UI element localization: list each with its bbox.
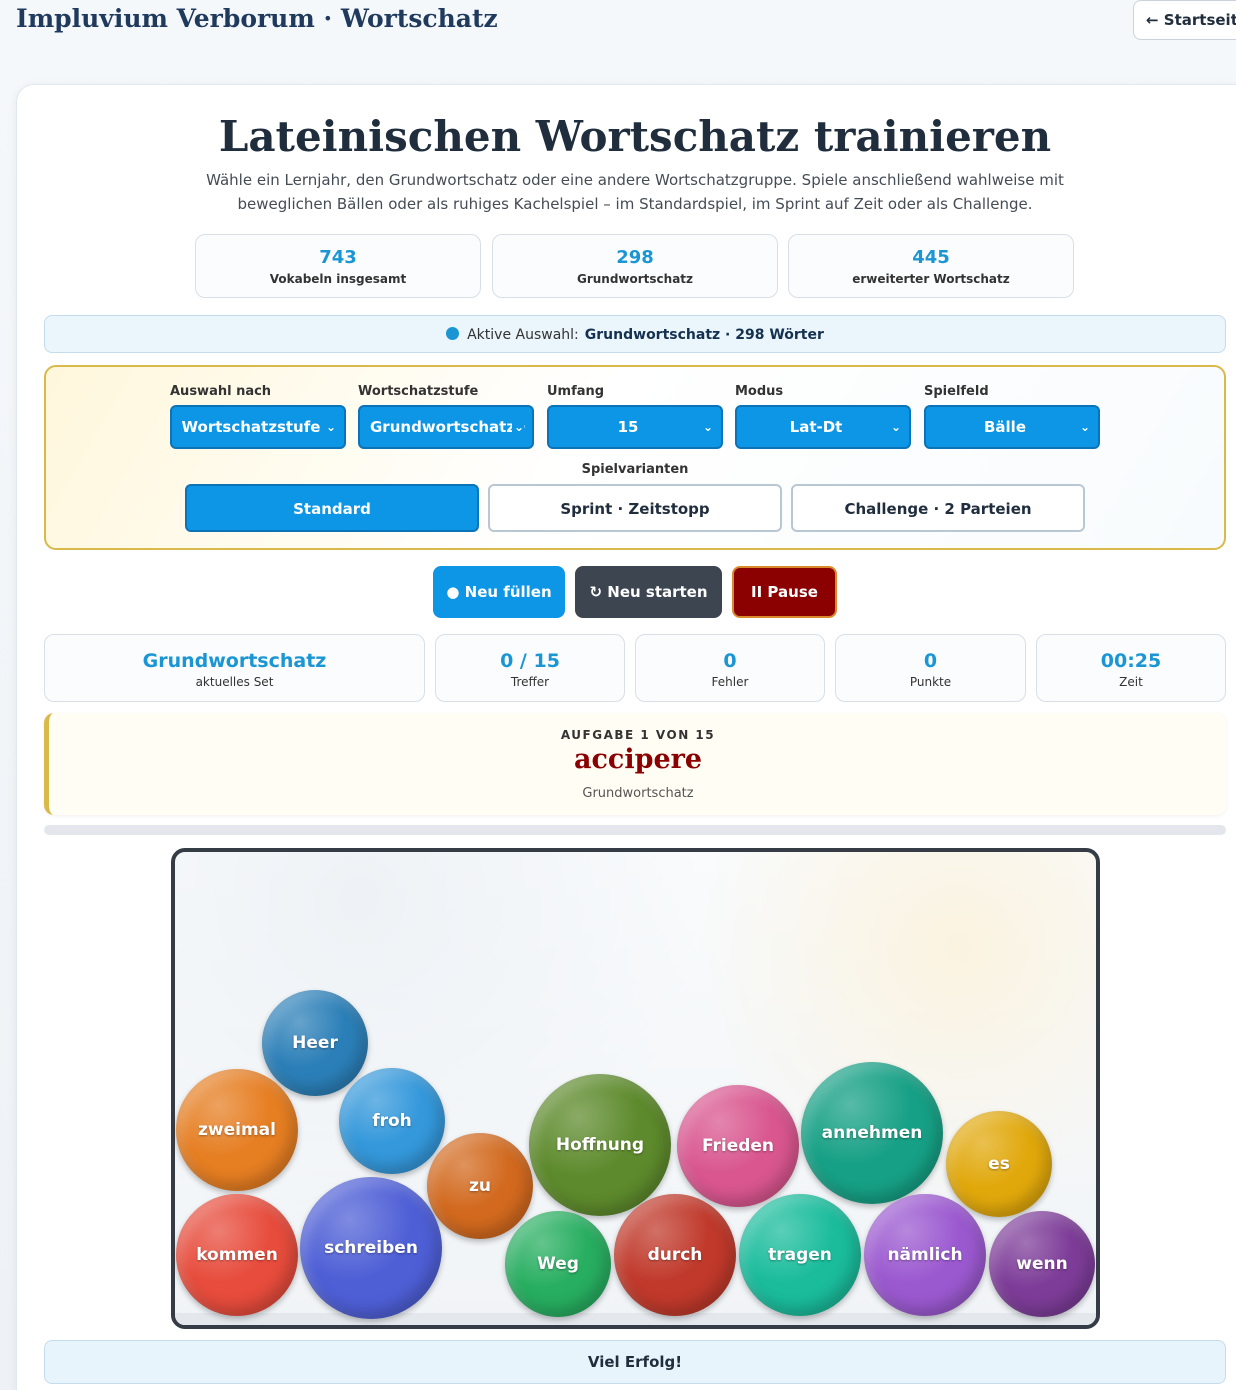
score-hits-value: 0 / 15 [500,650,560,672]
restart-button[interactable]: ↻ Neu starten [575,566,722,618]
brand-title: Impluvium Verborum · Wortschatz [16,4,498,33]
ball-heer[interactable]: Heer [262,990,368,1096]
stat-total: 743 Vokabeln insgesamt [195,234,481,298]
label-playfield: Spielfeld [924,384,989,399]
select-vocab-level-value: Grundwortschatz · 1 [370,418,534,436]
stat-basic-label: Grundwortschatz [576,272,694,286]
chevron-down-icon: ⌄ [325,420,336,434]
ball-hoffnung[interactable]: Hoffnung [529,1074,671,1216]
ball-label: Weg [537,1254,579,1274]
score-points-label: Punkte [909,675,952,689]
variant-challenge-button[interactable]: Challenge · 2 Parteien [791,484,1085,532]
active-selection-bar: Aktive Auswahl: Grundwortschatz · 298 Wör… [44,315,1226,353]
ball-label: Hoffnung [555,1135,645,1155]
score-current-set-label: aktuelles Set [195,675,274,689]
page-title: Lateinischen Wortschatz trainieren [218,112,1052,161]
select-selection-by-value: Wortschatzstufe [181,418,321,436]
variants-label: Spielvarianten [581,462,689,477]
task-set: Grundwortschatz [582,786,694,801]
page-subtitle: Wähle ein Lernjahr, den Grundwortschatz … [206,171,1064,213]
ball-schreiben[interactable]: schreiben [300,1177,442,1319]
task-counter: AUFGABE 1 VON 15 [560,728,716,742]
ball-zweimal[interactable]: zweimal [176,1069,298,1191]
ball-tragen[interactable]: tragen [739,1194,861,1316]
pause-button[interactable]: II Pause [732,566,837,618]
ball-label: tragen [768,1245,832,1265]
progress-bar [44,825,1226,835]
score-time: 00:25 Zeit [1036,634,1226,702]
ball-label: zu [469,1176,491,1196]
ball-playfield: Heer zweimal froh zu Hoffnung Frieden an… [171,848,1100,1329]
score-hits-label: Treffer [510,675,550,689]
ball-label: durch [647,1245,703,1265]
label-selection-by: Auswahl nach [170,384,272,399]
chevron-down-icon: ⌄ [890,420,901,434]
stat-basic-value: 298 [616,247,654,268]
ball-frieden[interactable]: Frieden [677,1085,799,1207]
stat-total-value: 743 [319,247,357,268]
ball-es[interactable]: es [946,1111,1052,1217]
score-time-value: 00:25 [1100,650,1162,672]
ball-label: zweimal [198,1120,276,1140]
score-current-set: Grundwortschatz aktuelles Set [44,634,425,702]
score-errors-label: Fehler [711,675,749,689]
label-vocab-level: Wortschatzstufe [358,384,479,399]
chevron-down-icon: ⌄ [1079,420,1090,434]
stat-extended-value: 445 [912,247,950,268]
select-amount-value: 15 [617,418,639,436]
select-mode-value: Lat-Dt [789,418,843,436]
playfield-floor [175,1313,1096,1325]
ball-label: wenn [1016,1254,1068,1274]
select-playfield-value: Bälle [983,418,1026,436]
active-selection-value: Grundwortschatz · 298 Wörter [584,327,824,343]
score-current-set-value: Grundwortschatz [142,650,327,672]
ball-durch[interactable]: durch [614,1194,736,1316]
score-time-label: Zeit [1119,675,1143,689]
select-selection-by[interactable]: Wortschatzstufe ⌄ [170,405,346,449]
label-amount: Umfang [547,384,605,399]
score-points: 0 Punkte [835,634,1026,702]
ball-wenn[interactable]: wenn [989,1211,1095,1317]
ball-annehmen[interactable]: annehmen [801,1062,943,1204]
score-points-value: 0 [923,650,938,672]
label-mode: Modus [735,384,784,399]
active-dot-icon [446,327,460,340]
stat-extended-label: erweiterter Wortschatz [852,272,1010,286]
stat-extended: 445 erweiterter Wortschatz [788,234,1074,298]
ball-label: froh [372,1111,412,1131]
score-errors-value: 0 [723,650,737,672]
stat-basic: 298 Grundwortschatz [492,234,778,298]
chevron-down-icon: ⌄ [511,407,524,447]
ball-froh[interactable]: froh [339,1068,445,1174]
select-amount[interactable]: 15 ⌄ [547,405,723,449]
ball-label: Frieden [701,1136,775,1156]
score-hits: 0 / 15 Treffer [435,634,625,702]
score-errors: 0 Fehler [635,634,825,702]
ball-label: schreiben [324,1238,418,1258]
ball-kommen[interactable]: kommen [176,1194,298,1316]
footer-message: Viel Erfolg! [44,1340,1226,1384]
stat-total-label: Vokabeln insgesamt [269,272,407,286]
variant-sprint-button[interactable]: Sprint · Zeitstopp [488,484,782,532]
select-vocab-level[interactable]: Grundwortschatz · 1 ⌄ [358,405,534,449]
refill-button[interactable]: ● Neu füllen [433,566,565,618]
ball-naemlich[interactable]: nämlich [864,1194,986,1316]
select-playfield[interactable]: Bälle ⌄ [924,405,1100,449]
ball-label: nämlich [887,1245,963,1265]
ball-label: Heer [292,1033,338,1053]
select-mode[interactable]: Lat-Dt ⌄ [735,405,911,449]
variant-standard-button[interactable]: Standard [185,484,479,532]
ball-zu[interactable]: zu [427,1133,533,1239]
ball-label: kommen [196,1245,278,1265]
ball-weg[interactable]: Weg [505,1211,611,1317]
home-button[interactable]: ← Startseite [1133,0,1236,40]
task-word: accipere [573,744,703,775]
chevron-down-icon: ⌄ [702,420,713,434]
ball-label: es [988,1154,1010,1174]
top-bar: Impluvium Verborum · Wortschatz ← Starts… [0,0,1236,60]
ball-label: annehmen [821,1123,923,1143]
active-selection-label: Aktive Auswahl: [467,327,579,343]
